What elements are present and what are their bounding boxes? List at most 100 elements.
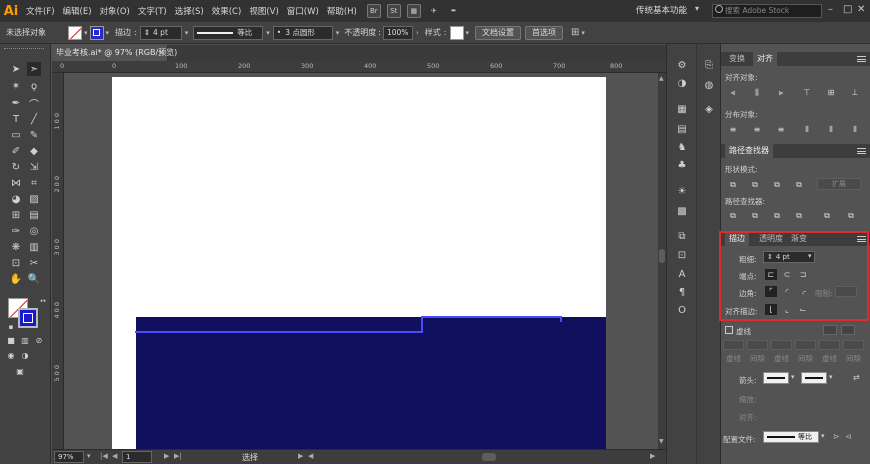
rectangle-tool-icon[interactable]: ▭ [9,128,23,142]
horizontal-ruler[interactable]: 0 0 100 200 300 400 500 600 700 800 [52,61,666,73]
chevron-right-icon[interactable]: › [416,29,419,37]
club-icon[interactable]: ♣ [674,158,690,172]
arrange-docs-icon[interactable]: ▦ [406,4,421,18]
scroll-right-icon[interactable]: ▶ [650,452,655,460]
flip-across-icon[interactable]: ⊲ [845,432,852,441]
opacity-input[interactable]: 100% [382,25,413,40]
distribute-vcenter-icon[interactable]: ≡ [751,124,763,135]
menu-object[interactable]: 对象(O) [96,5,134,17]
divide-icon[interactable]: ⧉ [727,210,739,221]
brush-definition[interactable]: • 3 点圆形 [272,25,333,40]
dash-input[interactable] [819,340,840,350]
outline-icon[interactable]: ⧉ [821,210,833,221]
libraries-icon[interactable]: ◍ [701,78,717,92]
asset-export-icon[interactable]: ⎘ [701,58,717,72]
align-bottom-icon[interactable]: ⊥ [849,87,861,98]
align-right-icon[interactable]: ⫸ [775,87,787,98]
character-icon[interactable]: A [674,267,690,281]
minus-front-icon[interactable]: ⧉ [749,179,761,190]
layers-icon[interactable]: ◈ [701,102,717,116]
eyedropper-icon[interactable]: ✑ [9,224,23,238]
pen-brush-icon[interactable]: ✒ [447,4,461,18]
panel-menu-icon[interactable] [857,148,866,154]
dash-input[interactable] [723,340,744,350]
horizontal-scroll-thumb[interactable] [482,453,496,461]
exclude-icon[interactable]: ⧉ [793,179,805,190]
opentype-icon[interactable]: O [674,303,690,317]
shaper-tool-icon[interactable]: ✐ [9,144,23,158]
gap-input[interactable] [843,340,864,350]
free-transform-icon[interactable]: ⌗ [27,176,41,190]
blend-tool-icon[interactable]: ◎ [27,224,41,238]
menu-help[interactable]: 帮助(H) [323,5,361,17]
chevron-down-icon[interactable]: ▾ [581,29,585,37]
menu-type[interactable]: 文字(T) [134,5,171,17]
paragraph-icon[interactable]: ¶ [674,285,690,299]
swap-arrowheads-icon[interactable]: ⇄ [853,373,860,382]
menu-view[interactable]: 视图(V) [245,5,282,17]
links-icon[interactable]: ⧉ [674,229,690,243]
align-left-icon[interactable]: ⫷ [727,87,739,98]
rotate-tool-icon[interactable]: ↻ [9,160,23,174]
line-tool-icon[interactable]: ╱ [27,112,41,126]
draw-behind-icon[interactable]: ◑ [20,350,30,360]
brushes-icon[interactable]: ▦ [674,102,690,116]
zoom-input[interactable]: 97% [54,451,84,463]
next-artboard-icon[interactable]: ▶ [164,452,169,460]
dash-input[interactable] [771,340,792,350]
chevron-down-icon[interactable]: ▾ [336,29,340,37]
graphic-style-swatch[interactable] [449,25,464,40]
mesh-tool-icon[interactable]: ⊞ [9,208,23,222]
symbol-library-icon[interactable]: ♞ [674,140,690,154]
last-artboard-icon[interactable]: ▶| [174,452,182,460]
tab-pathfinder[interactable]: 路径查找器 [725,144,773,158]
direct-selection-tool-icon[interactable]: ➣ [27,62,41,76]
scale-tool-icon[interactable]: ⇲ [27,160,41,174]
crop-icon[interactable]: ⧉ [793,210,805,221]
chevron-down-icon[interactable]: ▾ [87,452,91,460]
chevron-down-icon[interactable]: ▾ [821,432,825,440]
canvas[interactable] [64,73,658,449]
unite-icon[interactable]: ⧉ [727,179,739,190]
slice-tool-icon[interactable]: ✂ [27,256,41,270]
vertical-ruler[interactable]: 1 0 0 2 0 0 3 0 0 4 0 0 5 0 0 [52,73,64,449]
menu-file[interactable]: 文件(F) [22,5,59,17]
pen-tool-icon[interactable]: ✒ [9,96,23,110]
distribute-top-icon[interactable]: ≡ [727,124,739,135]
swatches-icon[interactable]: ▤ [674,122,690,136]
chevron-down-icon[interactable]: ▾ [106,29,110,37]
align-top-icon[interactable]: ⊤ [801,87,813,98]
minimize-icon[interactable]: – [828,4,833,15]
start-arrowhead-select[interactable] [763,372,789,384]
align-vcenter-icon[interactable]: ⊞ [825,87,837,98]
distribute-right-icon[interactable]: ⦀ [849,124,861,135]
magic-wand-icon[interactable]: ✶ [9,79,23,93]
merge-icon[interactable]: ⧉ [771,210,783,221]
lasso-icon[interactable]: ϙ [27,79,41,93]
stroke-swatch[interactable] [89,25,104,40]
stroke-weight-input[interactable]: ⇕ 4 pt [139,25,182,40]
perspective-grid-icon[interactable]: ▨ [27,192,41,206]
hand-tool-icon[interactable]: ✋ [9,272,23,286]
distribute-hcenter-icon[interactable]: ⦀ [825,124,837,135]
width-tool-icon[interactable]: ⋈ [9,176,23,190]
chevron-down-icon[interactable]: ▾ [466,29,470,37]
status-tool-label[interactable]: 选择 [242,452,258,463]
selection-tool-icon[interactable]: ➤ [9,62,23,76]
variable-width-profile[interactable]: 等比 [193,25,264,40]
chevron-down-icon[interactable]: ▾ [185,29,189,37]
chevron-down-icon[interactable]: ▾ [84,29,88,37]
menu-window[interactable]: 窗口(W) [283,5,323,17]
trim-icon[interactable]: ⧉ [749,210,761,221]
screen-mode-icon[interactable]: ▣ [14,366,26,376]
scroll-thumb[interactable] [659,249,665,263]
shape-builder-icon[interactable]: ◕ [9,192,23,206]
zoom-tool-icon[interactable]: 🔍 [27,272,41,286]
selected-path[interactable] [64,73,658,449]
scroll-down-icon[interactable]: ▼ [659,438,664,445]
minus-back-icon[interactable]: ⧉ [845,210,857,221]
color-mode-icon[interactable]: ■ [6,335,16,345]
align-hcenter-icon[interactable]: ⫼ [751,87,763,98]
gradient-tool-icon[interactable]: ▤ [27,208,41,222]
close-icon[interactable]: ✕ [857,4,865,15]
